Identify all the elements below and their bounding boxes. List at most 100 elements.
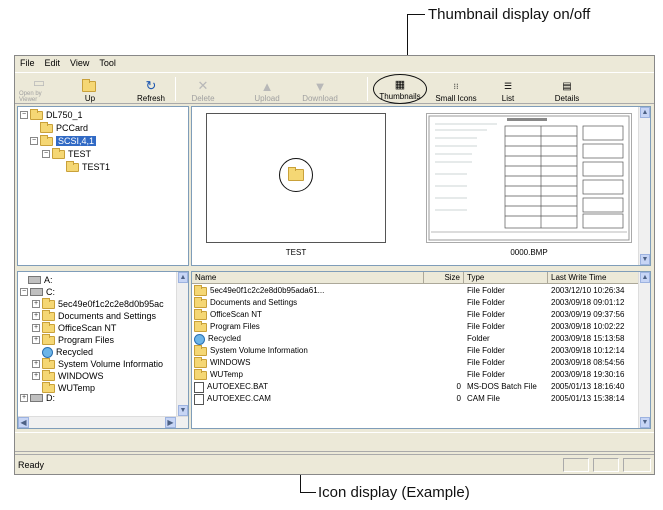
drive-item-d[interactable]: + D: <box>20 394 55 402</box>
tree-item-pccard[interactable]: PCCard <box>40 121 89 134</box>
list-label: List <box>501 94 515 103</box>
table-row[interactable]: WINDOWS <box>194 357 424 369</box>
table-row[interactable]: WUTemp <box>194 369 424 381</box>
drive-item-folder[interactable]: + Program Files <box>32 333 115 346</box>
drive-item-label: A: <box>44 275 53 285</box>
folder-icon <box>40 134 53 146</box>
scroll-right-icon[interactable]: ▶ <box>165 417 176 428</box>
status-cell <box>563 458 589 472</box>
thumbnail-panel: TEST 0000.BMP ▲ ▼ <box>191 106 651 266</box>
file-name: OfficeScan NT <box>210 310 262 319</box>
scroll-down-icon[interactable]: ▼ <box>640 417 650 428</box>
expand-icon[interactable]: + <box>32 300 40 308</box>
drive-item-folder[interactable]: + 5ec49e0f1c2c2e8d0b95ac <box>32 297 164 310</box>
collapse-icon[interactable]: − <box>42 150 50 158</box>
expand-icon[interactable]: + <box>32 372 40 380</box>
floppy-drive-icon <box>28 276 41 284</box>
expand-icon[interactable]: + <box>32 312 40 320</box>
thumbnails-button[interactable]: ▦ Thumbnails <box>373 74 427 104</box>
file-list-scrollbar[interactable]: ▲ ▼ <box>638 272 650 428</box>
drive-item-label: Documents and Settings <box>58 311 157 321</box>
expand-icon[interactable]: + <box>32 324 40 332</box>
drive-item-recycled[interactable]: Recycled <box>42 346 93 358</box>
table-row[interactable]: AUTOEXEC.CAM <box>194 393 424 405</box>
scroll-up-icon[interactable]: ▲ <box>178 272 188 283</box>
expand-icon[interactable]: + <box>20 394 28 402</box>
refresh-button[interactable]: ↻ Refresh <box>133 75 169 103</box>
up-button[interactable]: Up <box>75 75 105 103</box>
table-row[interactable]: Documents and Settings <box>194 297 424 309</box>
open-by-viewer-button[interactable]: ▭ Open by Viewer <box>19 75 59 103</box>
drive-item-label: System Volume Informatio <box>58 359 164 369</box>
small-icons-button[interactable]: ⁝⁝ Small Icons <box>433 75 479 104</box>
file-time: 2003/12/10 10:26:34 <box>551 286 625 295</box>
menu-tool[interactable]: Tool <box>99 58 116 68</box>
folder-icon <box>42 309 55 321</box>
folder-icon <box>194 369 207 380</box>
column-header-time[interactable]: Last Write Time <box>548 272 640 284</box>
scroll-down-icon[interactable]: ▼ <box>178 405 188 416</box>
drive-item-a[interactable]: A: <box>28 274 53 286</box>
drive-item-folder[interactable]: + OfficeScan NT <box>32 321 116 334</box>
drive-item-label: 5ec49e0f1c2c2e8d0b95ac <box>58 299 164 309</box>
drive-tree-vscrollbar[interactable]: ▲ ▼ <box>176 272 188 416</box>
menu-file[interactable]: File <box>20 58 35 68</box>
drive-tree-hscrollbar[interactable]: ◀ ▶ <box>18 416 188 428</box>
folder-icon <box>194 345 207 356</box>
file-type: MS-DOS Batch File <box>467 382 537 391</box>
table-row[interactable]: OfficeScan NT <box>194 309 424 321</box>
scroll-up-icon[interactable]: ▲ <box>640 272 650 283</box>
file-type: File Folder <box>467 310 505 319</box>
tree-item-test1[interactable]: TEST1 <box>66 160 110 173</box>
toolbar-separator <box>367 77 368 101</box>
drive-item-c[interactable]: − C: <box>20 286 55 298</box>
drive-item-folder[interactable]: + WINDOWS <box>32 369 104 382</box>
delete-label: Delete <box>191 94 215 103</box>
tree-item-test[interactable]: − TEST <box>42 147 91 160</box>
drive-item-folder[interactable]: WUTemp <box>42 381 95 394</box>
column-header-size[interactable]: Size <box>424 272 464 284</box>
table-row[interactable]: Recycled <box>194 333 424 345</box>
collapse-icon[interactable]: − <box>30 137 38 145</box>
collapse-icon[interactable]: − <box>20 111 28 119</box>
tree-item-label: PCCard <box>56 123 89 133</box>
scroll-up-icon[interactable]: ▲ <box>640 107 650 118</box>
expand-icon[interactable]: + <box>32 360 40 368</box>
tree-item-root[interactable]: − DL750_1 <box>20 108 83 121</box>
thumbnail-scrollbar[interactable]: ▲ ▼ <box>638 107 650 265</box>
drive-item-folder[interactable]: + System Volume Informatio <box>32 357 164 370</box>
drive-item-folder[interactable]: + Documents and Settings <box>32 309 157 322</box>
upload-button[interactable]: ▲ Upload <box>247 75 287 104</box>
table-row[interactable]: Program Files <box>194 321 424 333</box>
collapse-icon[interactable]: − <box>20 288 28 296</box>
list-button[interactable]: ☰ List <box>493 75 523 104</box>
menu-edit[interactable]: Edit <box>45 58 61 68</box>
recycle-bin-icon <box>42 346 53 358</box>
file-name: Recycled <box>208 334 241 343</box>
folder-tree-panel: − DL750_1 PCCard − SCSI,4,1 − TEST TEST1 <box>17 106 189 266</box>
file-type: File Folder <box>467 346 505 355</box>
thumbnail-caption: 0000.BMP <box>510 248 548 257</box>
thumbnail-item[interactable] <box>426 113 632 243</box>
table-row[interactable]: 5ec49e0f1c2c2e8d0b95ada61... <box>194 285 424 297</box>
tree-item-label: DL750_1 <box>46 110 83 120</box>
expand-icon[interactable]: + <box>32 336 40 344</box>
tree-item-scsi[interactable]: − SCSI,4,1 <box>30 134 97 147</box>
column-header-type[interactable]: Type <box>464 272 548 284</box>
thumbnail-item[interactable] <box>206 113 386 243</box>
download-button[interactable]: ▼ Download <box>295 75 345 104</box>
drive-item-label: Program Files <box>58 335 115 345</box>
menu-view[interactable]: View <box>70 58 89 68</box>
open-by-viewer-label: Open by Viewer <box>19 91 42 103</box>
details-label: Details <box>554 94 580 103</box>
file-time: 2003/09/18 15:13:58 <box>551 334 625 343</box>
file-name: WUTemp <box>210 370 243 379</box>
scroll-left-icon[interactable]: ◀ <box>18 417 29 428</box>
delete-button[interactable]: ✕ Delete <box>185 75 221 103</box>
column-header-name[interactable]: Name <box>192 272 424 284</box>
file-type: Folder <box>467 334 490 343</box>
table-row[interactable]: System Volume Information <box>194 345 424 357</box>
scroll-down-icon[interactable]: ▼ <box>640 254 650 265</box>
table-row[interactable]: AUTOEXEC.BAT <box>194 381 424 393</box>
details-button[interactable]: ▤ Details <box>549 75 585 104</box>
